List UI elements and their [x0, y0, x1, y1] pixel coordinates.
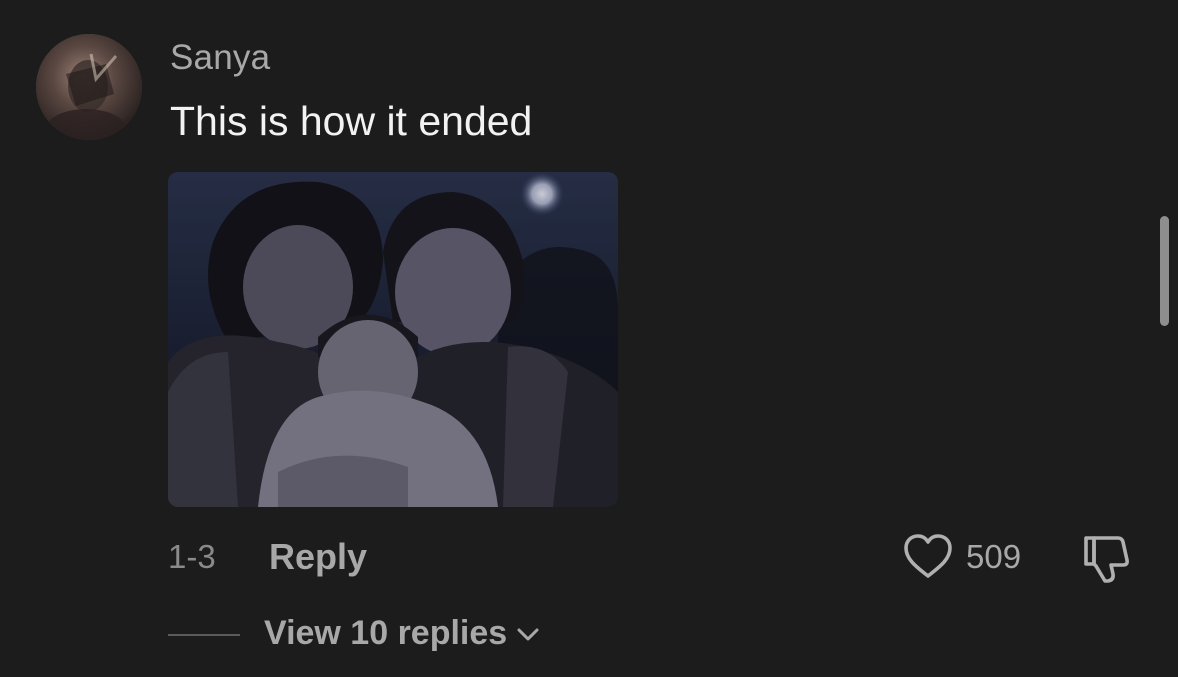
like-button[interactable]: [900, 530, 956, 586]
view-replies-button[interactable]: View 10 replies: [264, 614, 543, 653]
comment-text: This is how it ended: [170, 98, 533, 144]
reply-button[interactable]: Reply: [269, 536, 367, 578]
scrollbar[interactable]: [1160, 216, 1169, 326]
comment-username[interactable]: Sanya: [170, 38, 270, 78]
replies-divider: [168, 634, 240, 636]
chevron-down-icon: [517, 628, 539, 640]
avatar-image: [36, 34, 142, 140]
dislike-button[interactable]: [1078, 530, 1136, 588]
like-count: 509: [966, 538, 1022, 575]
avatar[interactable]: [36, 34, 142, 140]
photo-image: [168, 172, 618, 507]
thumbs-down-icon: [1084, 536, 1129, 583]
comment-photo[interactable]: [168, 172, 618, 507]
comment-date: 1-3: [168, 538, 216, 575]
comment-screen: Sanya This is how it ended 1-3 Reply 509…: [0, 0, 1178, 677]
heart-outline-icon: [904, 534, 952, 578]
view-replies-label: View 10 replies: [264, 614, 508, 652]
